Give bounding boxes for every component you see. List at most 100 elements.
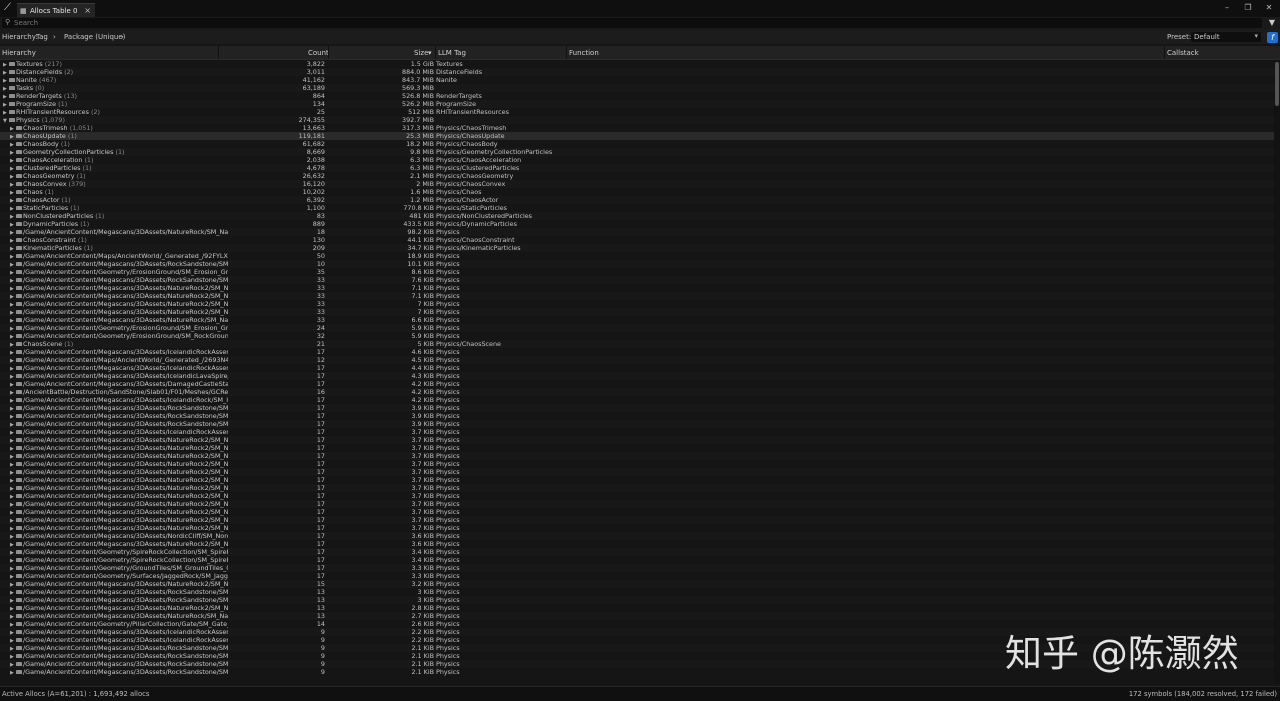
- table-row[interactable]: ▶/Game/AncientContent/Maps/AncientWorld/…: [0, 356, 1274, 364]
- row-size-cell: 4.4 KiB: [411, 364, 434, 372]
- table-row[interactable]: ▶/Game/AncientContent/Megascans/3DAssets…: [0, 364, 1274, 372]
- table-row[interactable]: ▶/Game/AncientContent/Megascans/3DAssets…: [0, 532, 1274, 540]
- table-row[interactable]: ▶ NonClusteredParticles (1) 83 481 KiB Physi…: [0, 212, 1274, 220]
- table-row[interactable]: ▶ Nanite (467) 41,162 843.7 MiB Nanite: [0, 76, 1274, 84]
- table-row[interactable]: ▶/Game/AncientContent/Megascans/3DAssets…: [0, 484, 1274, 492]
- scrollbar-thumb[interactable]: [1275, 62, 1279, 106]
- table-row[interactable]: ▶/Game/AncientContent/Geometry/GroundTil…: [0, 564, 1274, 572]
- search-input[interactable]: [14, 18, 1214, 28]
- table-row[interactable]: ▶/Game/AncientContent/Megascans/3DAssets…: [0, 612, 1274, 620]
- table-row[interactable]: ▶/Game/AncientContent/Megascans/3DAssets…: [0, 500, 1274, 508]
- table-row[interactable]: ▶/Game/AncientContent/Megascans/3DAssets…: [0, 420, 1274, 428]
- table-row[interactable]: ▶/Game/AncientContent/Megascans/3DAssets…: [0, 348, 1274, 356]
- row-name: Tasks: [16, 84, 34, 92]
- table-row[interactable]: ▶/Game/AncientContent/Megascans/3DAssets…: [0, 596, 1274, 604]
- table-row[interactable]: ▶/Game/AncientContent/Megascans/3DAssets…: [0, 468, 1274, 476]
- table-row[interactable]: ▶/Game/AncientContent/Megascans/3DAssets…: [0, 228, 1274, 236]
- table-row[interactable]: ▶/Game/AncientContent/Megascans/3DAssets…: [0, 372, 1274, 380]
- table-row[interactable]: ▶/Game/AncientContent/Megascans/3DAssets…: [0, 588, 1274, 596]
- column-callstack[interactable]: Callstack: [1167, 49, 1199, 57]
- table-row[interactable]: ▶/Game/AncientContent/Megascans/3DAssets…: [0, 284, 1274, 292]
- table-row[interactable]: ▶/Game/AncientContent/Megascans/3DAssets…: [0, 396, 1274, 404]
- table-row[interactable]: ▶ ClusteredParticles (1) 4,678 6.3 MiB Physi…: [0, 164, 1274, 172]
- table-row[interactable]: ▶/Game/AncientContent/Megascans/3DAssets…: [0, 444, 1274, 452]
- table-row[interactable]: ▶ RHITransientResources (2) 25 512 MiB RHITr…: [0, 108, 1274, 116]
- preset-dropdown[interactable]: Default ▾: [1191, 32, 1261, 42]
- column-llm-tag[interactable]: LLM Tag: [438, 49, 466, 57]
- table-row[interactable]: ▶/Game/AncientContent/Megascans/3DAssets…: [0, 316, 1274, 324]
- row-name: /Game/AncientContent/Megascans/3DAssets/…: [23, 260, 228, 268]
- table-row[interactable]: ▶/Game/AncientContent/Megascans/3DAssets…: [0, 580, 1274, 588]
- table-row[interactable]: ▶ ProgramSize (1) 134 526.2 MiB ProgramSize: [0, 100, 1274, 108]
- close-window-icon[interactable]: ✕: [1262, 2, 1276, 14]
- table-row[interactable]: ▶/Game/AncientContent/Geometry/SpireRock…: [0, 548, 1274, 556]
- column-function[interactable]: Function: [569, 49, 599, 57]
- column-divider[interactable]: [566, 46, 567, 59]
- tab-allocs-table[interactable]: ▦ Allocs Table 0 ×: [17, 3, 95, 18]
- table-row[interactable]: ▶/Game/AncientContent/Geometry/SpireRock…: [0, 556, 1274, 564]
- column-divider[interactable]: [328, 46, 329, 59]
- table-row[interactable]: ▶/Game/AncientContent/Megascans/3DAssets…: [0, 276, 1274, 284]
- table-row[interactable]: ▶/AncientBattle/Destruction/SandStone/Sl…: [0, 388, 1274, 396]
- table-row[interactable]: ▶/Game/AncientContent/Megascans/3DAssets…: [0, 412, 1274, 420]
- table-row[interactable]: ▶/Game/AncientContent/Megascans/3DAssets…: [0, 476, 1274, 484]
- column-count[interactable]: Count: [308, 49, 329, 57]
- table-row[interactable]: ▶ ChaosGeometry (1) 26,632 2.1 MiB Physics/C…: [0, 172, 1274, 180]
- table-row[interactable]: ▶/Game/AncientContent/Megascans/3DAssets…: [0, 524, 1274, 532]
- table-row[interactable]: ▶ DistanceFields (2) 3,011 884.0 MiB Distanc…: [0, 68, 1274, 76]
- table-row[interactable]: ▶/Game/AncientContent/Megascans/3DAssets…: [0, 492, 1274, 500]
- table-row[interactable]: ▶ ChaosActor (1) 6,392 1.2 MiB Physics/Chaos…: [0, 196, 1274, 204]
- table-row[interactable]: ▶ StaticParticles (1) 1,100 770.8 KiB Physic…: [0, 204, 1274, 212]
- close-tab-icon[interactable]: ×: [84, 6, 91, 15]
- table-row[interactable]: ▶/Game/AncientContent/Megascans/3DAssets…: [0, 260, 1274, 268]
- table-row[interactable]: ▶/Game/AncientContent/Megascans/3DAssets…: [0, 436, 1274, 444]
- table-row[interactable]: ▶/Game/AncientContent/Megascans/3DAssets…: [0, 428, 1274, 436]
- table-row[interactable]: ▶ Tasks (0) 63,189 569.3 MiB: [0, 84, 1274, 92]
- chevron-right-icon[interactable]: ›: [121, 33, 124, 41]
- table-row[interactable]: ▶/Game/AncientContent/Geometry/ErosionGr…: [0, 268, 1274, 276]
- table-row[interactable]: ▶/Game/AncientContent/Megascans/3DAssets…: [0, 292, 1274, 300]
- table-row[interactable]: ▶ ChaosBody (1) 61,682 18.2 MiB Physics/Chao…: [0, 140, 1274, 148]
- table-row[interactable]: ▶ ChaosScene (1) 21 5 KiB Physics/ChaosScene: [0, 340, 1274, 348]
- filter-icon[interactable]: ▼: [1269, 18, 1275, 27]
- table-row[interactable]: ▶/Game/AncientContent/Megascans/3DAssets…: [0, 516, 1274, 524]
- column-divider[interactable]: [435, 46, 436, 59]
- hierarchy-item-package[interactable]: Package (Unique): [64, 33, 125, 41]
- table-row[interactable]: ▶/Game/AncientContent/Geometry/ErosionGr…: [0, 332, 1274, 340]
- table-row[interactable]: ▶ ChaosAcceleration (1) 2,038 6.3 MiB Physic…: [0, 156, 1274, 164]
- table-row[interactable]: ▶/Game/AncientContent/Megascans/3DAssets…: [0, 452, 1274, 460]
- table-row[interactable]: ▶/Game/AncientContent/Megascans/3DAssets…: [0, 508, 1274, 516]
- table-row[interactable]: ▶/Game/AncientContent/Geometry/ErosionGr…: [0, 324, 1274, 332]
- table-row[interactable]: ▶/Game/AncientContent/Geometry/Surfaces/…: [0, 572, 1274, 580]
- minimize-icon[interactable]: –: [1220, 2, 1234, 14]
- function-button[interactable]: f: [1267, 32, 1278, 43]
- row-name: /Game/AncientContent/Megascans/3DAssets/…: [23, 532, 228, 540]
- table-row[interactable]: ▶/Game/AncientContent/Megascans/3DAssets…: [0, 404, 1274, 412]
- table-row[interactable]: ▶ ChaosConvex (379) 16,120 2 MiB Physics/Cha…: [0, 180, 1274, 188]
- table-row[interactable]: ▶/Game/AncientContent/Megascans/3DAssets…: [0, 604, 1274, 612]
- maximize-icon[interactable]: ❐: [1241, 2, 1255, 14]
- row-name: /Game/AncientContent/Megascans/3DAssets/…: [23, 372, 228, 380]
- table-row[interactable]: ▶ ChaosConstraint (1) 130 44.1 KiB Physics/C…: [0, 236, 1274, 244]
- table-row[interactable]: ▶ KinematicParticles (1) 209 34.7 KiB Physic…: [0, 244, 1274, 252]
- column-divider[interactable]: [218, 46, 219, 59]
- table-row[interactable]: ▶ ChaosTrimesh (1,051) 13,663 317.3 MiB Phys…: [0, 124, 1274, 132]
- table-row[interactable]: ▼ Physics (1,079) 274,355 392.7 MiB: [0, 116, 1274, 124]
- table-row[interactable]: ▶/Game/AncientContent/Megascans/3DAssets…: [0, 308, 1274, 316]
- table-row[interactable]: ▶/Game/AncientContent/Maps/AncientWorld/…: [0, 252, 1274, 260]
- table-row[interactable]: ▶ ChaosUpdate (1) 119,181 25.3 MiB Physics/C…: [0, 132, 1274, 140]
- table-row[interactable]: ▶/Game/AncientContent/Megascans/3DAssets…: [0, 540, 1274, 548]
- table-row[interactable]: ▶/Game/AncientContent/Megascans/3DAssets…: [0, 380, 1274, 388]
- column-size[interactable]: Size: [414, 49, 428, 57]
- table-row[interactable]: ▶/Game/AncientContent/Megascans/3DAssets…: [0, 460, 1274, 468]
- table-row[interactable]: ▶ RenderTargets (13) 864 526.8 MiB RenderTar…: [0, 92, 1274, 100]
- hierarchy-item-tag[interactable]: Tag: [36, 33, 48, 41]
- vertical-scrollbar[interactable]: [1274, 60, 1280, 684]
- table-row[interactable]: ▶ Chaos (1) 10,202 1.6 MiB Physics/Chaos: [0, 188, 1274, 196]
- column-divider[interactable]: [1164, 46, 1165, 59]
- table-row[interactable]: ▶ GeometryCollectionParticles (1) 8,669 9.8…: [0, 148, 1274, 156]
- table-row[interactable]: ▶/Game/AncientContent/Megascans/3DAssets…: [0, 300, 1274, 308]
- table-row[interactable]: ▶ DynamicParticles (1) 889 433.5 KiB Physics…: [0, 220, 1274, 228]
- table-row[interactable]: ▶ Textures (217) 3,822 1.5 GiB Textures: [0, 60, 1274, 68]
- column-hierarchy[interactable]: Hierarchy: [2, 49, 36, 57]
